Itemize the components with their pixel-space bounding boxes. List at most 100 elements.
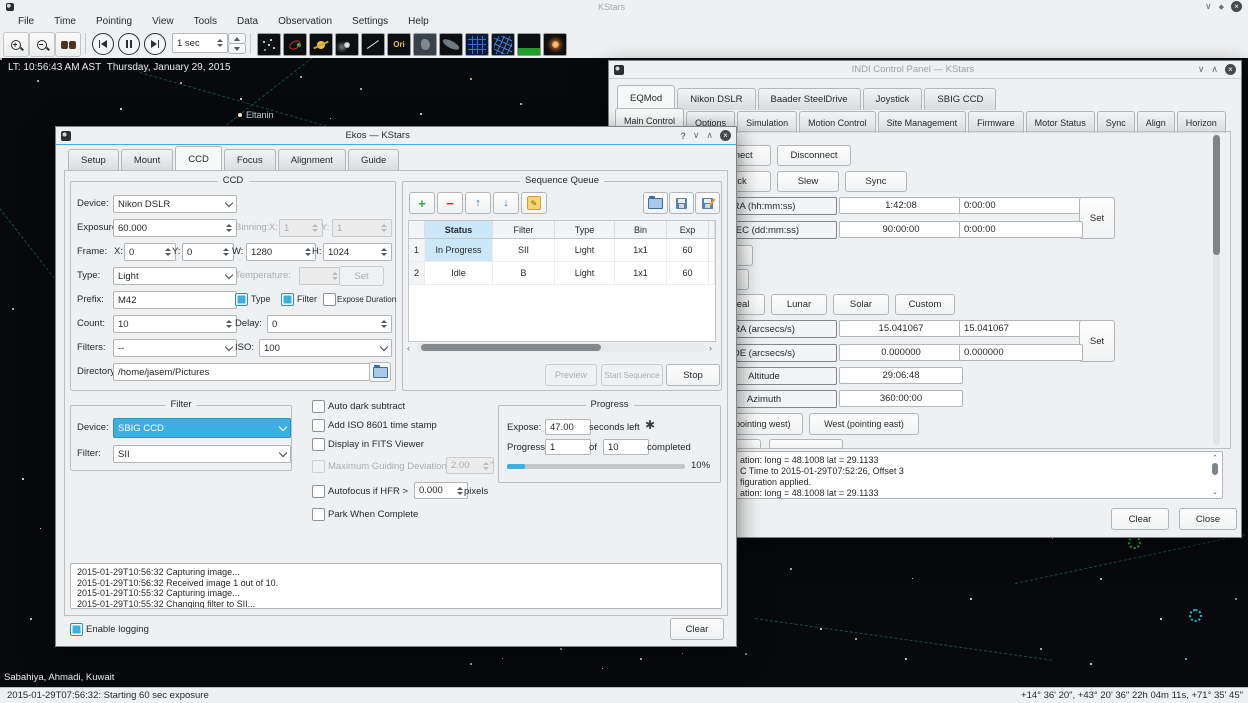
frame-y-input[interactable]: 0 — [182, 243, 234, 261]
help-icon[interactable]: ? — [680, 131, 686, 141]
minimize-icon[interactable]: ∨ — [1205, 1, 1212, 12]
sequence-table[interactable]: Status Filter Type Bin Exp 1 In Progress… — [408, 220, 716, 342]
ekos-clear-button[interactable]: Clear — [670, 618, 724, 640]
cell-exp[interactable]: 60 — [667, 262, 709, 285]
pier-west-button[interactable]: West (pointing east) — [809, 413, 919, 435]
add-job-button[interactable]: + — [409, 192, 435, 214]
de-rate-input[interactable]: 0.000000 — [839, 344, 963, 361]
browse-directory-button[interactable] — [369, 362, 391, 382]
device-tab-nikon-dslr[interactable]: Nikon DSLR — [677, 88, 755, 110]
cell-bin[interactable]: 1x1 — [615, 262, 667, 285]
slew-button[interactable]: Slew — [777, 171, 839, 192]
toggle-constellation-names-icon[interactable]: Ori — [387, 33, 411, 56]
prefix-input[interactable]: M42 — [113, 291, 237, 309]
tab-ccd[interactable]: CCD — [175, 146, 222, 171]
column-header-bin[interactable]: Bin — [615, 221, 667, 239]
filter-device-combo[interactable]: SBIG CCD — [113, 418, 291, 438]
device-tab-joystick[interactable]: Joystick — [863, 88, 923, 110]
lunar-button[interactable]: Lunar — [771, 294, 827, 315]
group-tab-horizon[interactable]: Horizon — [1177, 111, 1226, 133]
sequence-hscrollbar[interactable] — [417, 343, 705, 352]
indi-titlebar[interactable]: INDI Control Panel — KStars ∨ ∧ × — [609, 61, 1241, 79]
restore-icon[interactable]: ∧ — [706, 130, 713, 141]
filters-combo[interactable]: -- — [113, 339, 237, 357]
menu-tools[interactable]: Tools — [184, 16, 227, 27]
autofocus-input[interactable]: 0.000 — [414, 482, 468, 499]
type-combo[interactable]: Light — [113, 267, 237, 285]
toggle-equatorial-grid-icon[interactable] — [465, 33, 489, 56]
remove-job-button[interactable]: − — [437, 192, 463, 214]
directory-input[interactable]: /home/jasem/Pictures — [113, 363, 373, 381]
frame-w-input[interactable]: 1280 — [246, 243, 316, 261]
star-eltanin[interactable] — [238, 113, 242, 117]
ra-target-input[interactable]: 0:00:00 — [959, 197, 1083, 214]
column-header-filter[interactable]: Filter — [493, 221, 555, 239]
save-sequence-as-button[interactable] — [695, 192, 720, 214]
indi-log-scrollbar[interactable]: ⌃ ⌄ — [1211, 454, 1218, 496]
zoom-out-icon[interactable] — [29, 32, 55, 57]
cell-type[interactable]: Light — [555, 262, 615, 285]
auto-dark-checkbox[interactable] — [312, 400, 325, 413]
count-input[interactable]: 10 — [113, 315, 237, 333]
close-icon[interactable]: × — [1231, 1, 1242, 12]
group-tab-simulation[interactable]: Simulation — [737, 111, 797, 133]
menu-settings[interactable]: Settings — [342, 16, 398, 27]
sync-button[interactable]: Sync — [845, 171, 907, 192]
enable-logging-checkbox[interactable] — [70, 623, 83, 636]
ekos-titlebar[interactable]: Ekos — KStars ? ∨ ∧ × — [56, 127, 736, 145]
maximize-icon[interactable]: ◆ — [1219, 3, 1224, 11]
partial-button[interactable] — [769, 439, 843, 449]
cell-filter[interactable]: SII — [493, 239, 555, 262]
toggle-comets-icon[interactable] — [335, 33, 359, 56]
move-job-up-button[interactable]: ↑ — [465, 192, 491, 214]
open-sequence-button[interactable] — [643, 192, 668, 214]
column-header-exp[interactable]: Exp — [667, 221, 709, 239]
menu-time[interactable]: Time — [44, 16, 86, 27]
toggle-horizontal-grid-icon[interactable] — [491, 33, 515, 56]
cell-status[interactable]: Idle — [425, 262, 493, 285]
fits-viewer-checkbox[interactable] — [312, 438, 325, 451]
tab-guide[interactable]: Guide — [348, 149, 399, 171]
dec-target-input[interactable]: 0:00:00 — [959, 221, 1083, 238]
cell-type[interactable]: Light — [555, 239, 615, 262]
save-sequence-button[interactable] — [669, 192, 694, 214]
menu-view[interactable]: View — [142, 16, 184, 27]
move-job-down-button[interactable]: ↓ — [493, 192, 519, 214]
menu-help[interactable]: Help — [398, 16, 439, 27]
shade-icon[interactable]: ∨ — [1198, 64, 1205, 75]
expose-duration-checkbox[interactable] — [323, 293, 336, 306]
ccd-device-combo[interactable]: Nikon DSLR — [113, 195, 237, 213]
disconnect-button[interactable]: Disconnect — [777, 145, 851, 166]
close-icon[interactable]: × — [1225, 64, 1236, 75]
indi-clear-button[interactable]: Clear — [1111, 508, 1169, 530]
time-unit-down-button[interactable] — [228, 43, 246, 54]
group-tab-sync[interactable]: Sync — [1097, 111, 1135, 133]
type-checkbox[interactable] — [235, 293, 248, 306]
find-object-icon[interactable] — [55, 32, 81, 57]
ra-input[interactable]: 1:42:08 — [839, 197, 963, 214]
cell-exp[interactable]: 60 — [667, 239, 709, 262]
radec-set-button[interactable]: Set — [1079, 197, 1115, 239]
iso8601-checkbox[interactable] — [312, 419, 325, 432]
menu-observation[interactable]: Observation — [268, 16, 342, 27]
tab-setup[interactable]: Setup — [68, 149, 119, 171]
solar-button[interactable]: Solar — [833, 294, 889, 315]
tab-mount[interactable]: Mount — [121, 149, 173, 171]
group-tab-motion-control[interactable]: Motion Control — [799, 111, 876, 133]
edit-job-button[interactable]: ✎ — [521, 192, 547, 214]
spinner-arrows-icon[interactable] — [217, 39, 223, 47]
tab-focus[interactable]: Focus — [224, 149, 276, 171]
rate-set-button[interactable]: Set — [1079, 320, 1115, 362]
close-icon[interactable]: × — [720, 130, 731, 141]
time-pause-icon[interactable] — [118, 33, 140, 55]
toggle-milky-way-icon[interactable] — [439, 33, 463, 56]
device-tab-eqmod[interactable]: EQMod — [617, 85, 675, 110]
zoom-in-icon[interactable] — [3, 32, 29, 57]
cell-bin[interactable]: 1x1 — [615, 239, 667, 262]
ra-rate-target-input[interactable]: 15.041067 — [959, 320, 1083, 337]
frame-h-input[interactable]: 1024 — [323, 243, 392, 261]
group-tab-motor-status[interactable]: Motor Status — [1026, 111, 1095, 133]
scroll-right-arrow-icon[interactable]: › — [709, 343, 712, 353]
filter-filter-combo[interactable]: SII — [113, 445, 291, 463]
menu-pointing[interactable]: Pointing — [86, 16, 142, 27]
